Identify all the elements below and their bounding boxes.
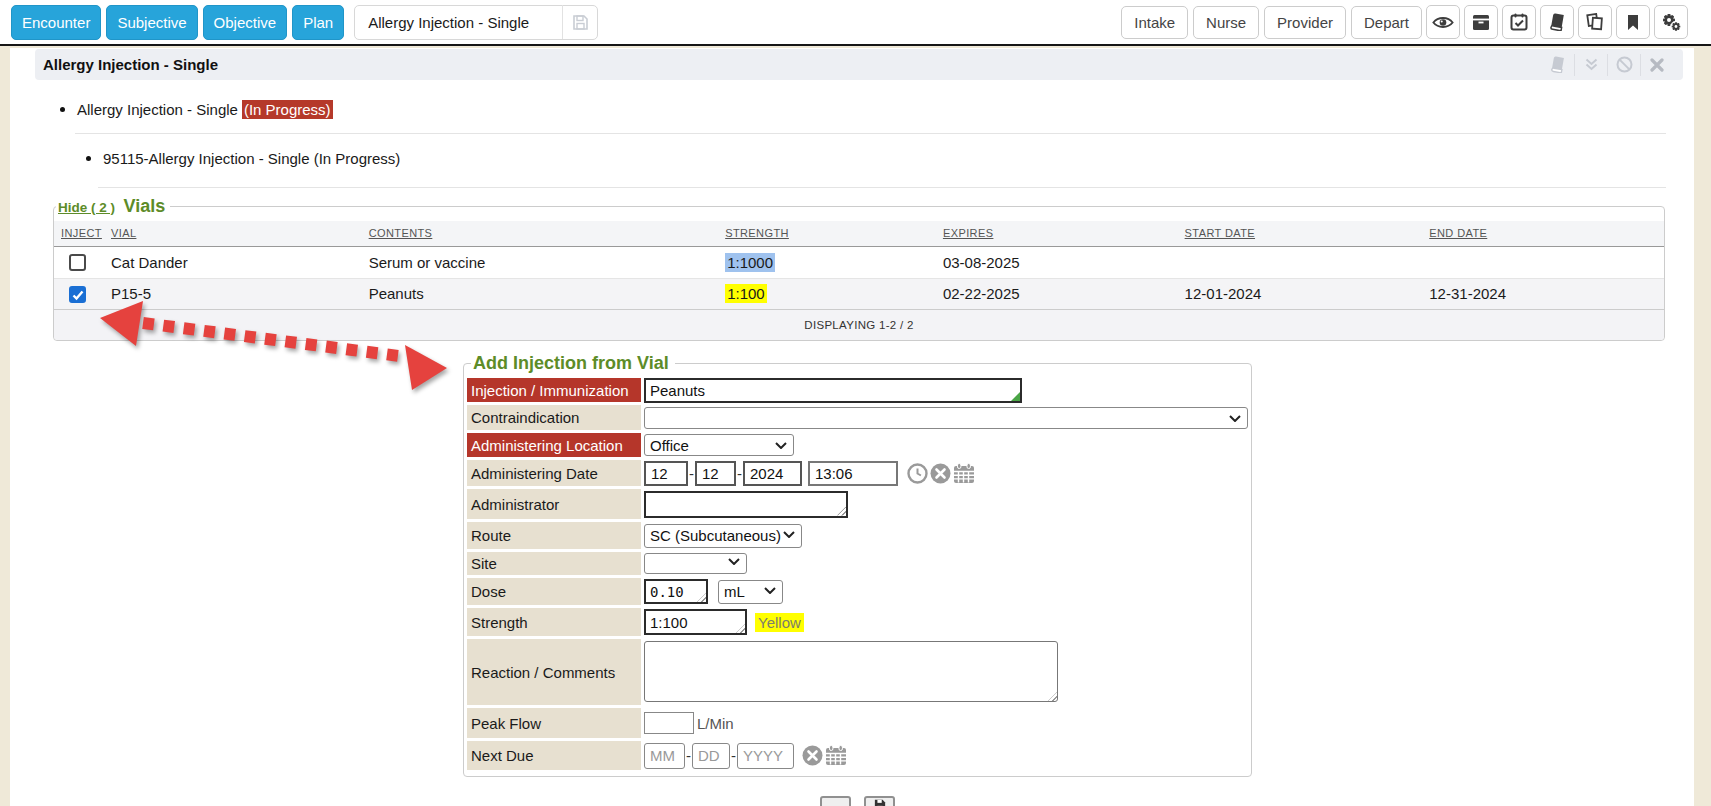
panel-title: Allergy Injection - Single <box>35 56 218 73</box>
order-item-title: Allergy Injection - Single <box>77 101 238 118</box>
site-label: Site <box>467 552 641 575</box>
route-select[interactable]: SC (Subcutaneous) <box>644 524 802 548</box>
injection-input[interactable]: Peanuts <box>644 378 1022 403</box>
annotation-arrow <box>85 293 465 403</box>
vial-expires: 03-08-2025 <box>936 246 1178 278</box>
order-item: Allergy Injection - Single (In Progress) <box>60 100 333 119</box>
reaction-comments-textarea[interactable] <box>644 641 1058 702</box>
col-strength[interactable]: STRENGTH <box>718 221 936 246</box>
site-select[interactable] <box>644 553 747 574</box>
eye-icon[interactable] <box>1426 5 1460 39</box>
vial-expires: 02-22-2025 <box>936 278 1178 309</box>
inject-checkbox-checked[interactable] <box>69 286 86 303</box>
administering-location-label: Administering Location <box>467 433 641 457</box>
injection-label: Injection / Immunization <box>467 378 641 402</box>
next-due-label: Next Due <box>467 741 641 770</box>
order-sub-item-title: 95115-Allergy Injection - Single (In Pro… <box>103 150 400 167</box>
vial-row-cat-dander: Cat Dander Serum or vaccine 1:1000 03-08… <box>54 246 1664 278</box>
form-title: Add Injection from Vial <box>471 353 675 374</box>
dose-label: Dose <box>467 578 641 605</box>
cancel-circle-icon[interactable] <box>1607 54 1640 76</box>
book-icon[interactable] <box>1540 5 1574 39</box>
panel-header: Allergy Injection - Single <box>35 49 1683 80</box>
col-end-date[interactable]: END DATE <box>1422 221 1664 246</box>
vial-contents: Serum or vaccine <box>362 246 719 278</box>
bottom-button-2[interactable] <box>864 796 895 806</box>
contraindication-label: Contraindication <box>467 405 641 430</box>
order-sub-item: 95115-Allergy Injection - Single (In Pro… <box>86 150 400 167</box>
reaction-comments-label: Reaction / Comments <box>467 639 641 705</box>
intake-button[interactable]: Intake <box>1121 6 1188 39</box>
bottom-button-1[interactable] <box>820 796 851 806</box>
administering-location-select[interactable]: Office <box>644 434 794 456</box>
hide-vials-link[interactable]: Hide ( 2 ) <box>58 200 115 215</box>
strength-input[interactable]: 1:100 <box>644 609 747 635</box>
next-due-calendar-icon[interactable] <box>825 745 847 766</box>
vial-end-date: 12-31-2024 <box>1422 278 1664 309</box>
document-title: Allergy Injection - Single <box>355 14 562 31</box>
date-time-input[interactable]: 13:06 <box>808 461 898 486</box>
col-expires[interactable]: EXPIRES <box>936 221 1178 246</box>
peak-flow-unit: L/Min <box>697 715 734 732</box>
vial-start-date <box>1178 246 1423 278</box>
archive-box-icon[interactable] <box>1464 5 1498 39</box>
contraindication-select[interactable] <box>644 407 1248 429</box>
col-inject[interactable]: INJECT <box>54 221 104 246</box>
vial-strength: 1:100 <box>725 284 767 303</box>
panel-book-icon[interactable] <box>1541 54 1574 76</box>
top-toolbar: Encounter Subjective Objective Plan Alle… <box>0 0 1711 46</box>
bookmark-icon[interactable] <box>1616 5 1650 39</box>
clear-next-due-icon[interactable] <box>802 745 823 766</box>
encounter-button[interactable]: Encounter <box>11 5 101 40</box>
vial-strength: 1:1000 <box>725 253 775 272</box>
save-icon[interactable] <box>563 14 597 31</box>
status-badge: (In Progress) <box>242 100 333 119</box>
close-x-icon[interactable] <box>1640 54 1673 76</box>
date-year-input[interactable]: 2024 <box>743 461 802 486</box>
clear-date-icon[interactable] <box>930 463 951 484</box>
dose-unit-select[interactable]: mL <box>718 580 783 604</box>
administrator-input[interactable] <box>644 491 848 518</box>
vials-section-title: Vials <box>123 196 165 216</box>
col-vial[interactable]: VIAL <box>104 221 362 246</box>
strength-color-note: Yellow <box>755 613 804 632</box>
administrator-label: Administrator <box>467 489 641 519</box>
time-clock-icon[interactable] <box>907 463 928 484</box>
depart-button[interactable]: Depart <box>1351 6 1422 39</box>
next-due-year-input[interactable]: YYYY <box>737 743 794 769</box>
peak-flow-label: Peak Flow <box>467 708 641 738</box>
vials-header-row: INJECT VIAL CONTENTS STRENGTH EXPIRES ST… <box>54 221 1664 246</box>
inject-checkbox[interactable] <box>69 254 86 271</box>
next-due-month-input[interactable]: MM <box>644 743 685 769</box>
calendar-picker-icon[interactable] <box>953 463 975 484</box>
peak-flow-input[interactable] <box>644 712 694 734</box>
vial-name: Cat Dander <box>104 246 362 278</box>
document-title-box[interactable]: Allergy Injection - Single <box>354 5 598 40</box>
date-day-input[interactable]: 12 <box>695 461 736 486</box>
objective-button[interactable]: Objective <box>203 5 288 40</box>
route-label: Route <box>467 522 641 549</box>
col-contents[interactable]: CONTENTS <box>362 221 719 246</box>
gears-icon[interactable] <box>1654 5 1688 39</box>
add-injection-form: Add Injection from Vial Injection / Immu… <box>463 353 1252 777</box>
collapse-double-chevron-icon[interactable] <box>1574 54 1607 76</box>
col-start-date[interactable]: START DATE <box>1178 221 1423 246</box>
dose-input[interactable]: 0.10 <box>644 579 708 604</box>
plan-button[interactable]: Plan <box>292 5 344 40</box>
subjective-button[interactable]: Subjective <box>106 5 197 40</box>
vial-end-date <box>1422 246 1664 278</box>
nurse-button[interactable]: Nurse <box>1193 6 1259 39</box>
vial-start-date: 12-01-2024 <box>1178 278 1423 309</box>
copy-pages-icon[interactable] <box>1578 5 1612 39</box>
provider-button[interactable]: Provider <box>1264 6 1346 39</box>
calendar-check-icon[interactable] <box>1502 5 1536 39</box>
date-month-input[interactable]: 12 <box>644 461 688 486</box>
administering-date-label: Administering Date <box>467 460 641 486</box>
strength-label: Strength <box>467 608 641 636</box>
next-due-day-input[interactable]: DD <box>692 743 730 769</box>
